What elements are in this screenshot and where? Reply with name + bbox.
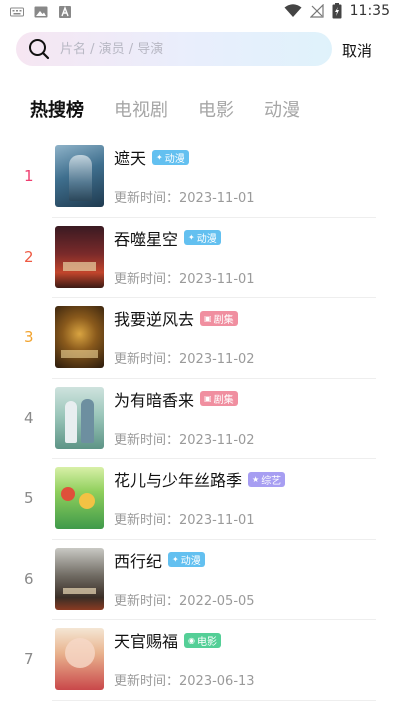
item-title: 天官赐福 (114, 632, 179, 651)
status-bar: 11:35 (0, 0, 400, 28)
category-tag: ◉ 电影 (184, 632, 221, 648)
poster-image (55, 145, 104, 207)
tag-label: 电影 (197, 636, 217, 648)
variety-tag-icon: ★ (252, 474, 260, 484)
cancel-button[interactable]: 取消 (342, 40, 372, 61)
update-date: 2023-11-01 (179, 191, 255, 206)
status-bar-left (10, 6, 72, 18)
title-line: 天官赐福 ◉ 电影 (114, 629, 221, 651)
image-icon (34, 6, 48, 18)
poster-image (55, 467, 104, 529)
rank-number: 4 (24, 408, 34, 427)
update-date: 2023-11-02 (179, 432, 255, 448)
update-prefix: 更新时间： (114, 191, 180, 206)
search-input[interactable] (60, 39, 320, 59)
anime-tag-icon: ✦ (172, 555, 179, 564)
update-date: 2023-11-01 (179, 513, 255, 528)
title-line: 花儿与少年丝路季 ★ 综艺 (114, 468, 286, 490)
category-tag: ▣ 剧集 (200, 391, 238, 406)
drama-tag-icon: ▣ (204, 394, 212, 403)
update-prefix: 更新时间： (114, 352, 180, 367)
divider (52, 699, 376, 701)
rank-number: 6 (24, 569, 34, 588)
category-tag: ✦ 动漫 (184, 230, 221, 245)
poster-image (55, 628, 104, 690)
list-item[interactable]: 6 西行纪 ✦ 动漫 更新时间：2022-05-05 (0, 540, 400, 620)
update-prefix: 更新时间： (114, 271, 180, 287)
update-time: 更新时间：2023-11-01 (114, 509, 255, 528)
rank-number: 7 (24, 650, 34, 668)
item-title: 遮天 (114, 149, 147, 168)
item-title: 花儿与少年丝路季 (114, 471, 243, 490)
tag-label: 剧集 (213, 395, 234, 406)
anime-tag-icon: ✦ (188, 233, 195, 242)
movie-tag-icon: ◉ (188, 635, 195, 645)
category-tag: ▣ 剧集 (200, 310, 238, 326)
update-date: 2022-05-05 (179, 593, 255, 609)
update-prefix: 更新时间： (114, 593, 180, 609)
item-title: 西行纪 (114, 551, 163, 571)
update-date: 2023-06-13 (179, 674, 255, 689)
status-bar-right: 11:35 (284, 3, 390, 19)
category-tag: ✦ 动漫 (152, 149, 189, 165)
item-title: 吞噬星空 (114, 229, 179, 249)
update-time: 更新时间：2023-11-02 (114, 429, 255, 448)
title-line: 为有暗香来 ▣ 剧集 (114, 388, 238, 410)
update-prefix: 更新时间： (114, 513, 180, 528)
item-title: 为有暗香来 (114, 390, 195, 410)
update-time: 更新时间：2023-11-01 (114, 187, 255, 206)
tab-anime[interactable]: 动漫 (264, 96, 300, 126)
title-line: 遮天 ✦ 动漫 (114, 146, 189, 168)
poster-image (55, 306, 104, 368)
list-item[interactable]: 3 我要逆风去 ▣ 剧集 更新时间：2023-11-02 (0, 298, 400, 379)
search-box[interactable] (16, 32, 332, 66)
poster-image (55, 386, 104, 449)
poster-image (55, 225, 104, 288)
category-tag: ★ 综艺 (248, 471, 286, 487)
update-prefix: 更新时间： (114, 432, 180, 448)
list-item[interactable]: 5 花儿与少年丝路季 ★ 综艺 更新时间：2023-11-01 (0, 459, 400, 540)
update-time: 更新时间：2023-11-02 (114, 348, 255, 367)
rank-number: 2 (24, 247, 34, 266)
tag-label: 综艺 (261, 475, 282, 487)
drama-tag-icon: ▣ (204, 313, 212, 323)
tag-label: 动漫 (196, 234, 217, 245)
list-item[interactable]: 4 为有暗香来 ▣ 剧集 更新时间：2023-11-02 (0, 379, 400, 459)
update-time: 更新时间：2023-11-01 (114, 268, 255, 287)
title-line: 我要逆风去 ▣ 剧集 (114, 307, 238, 329)
anime-tag-icon: ✦ (156, 152, 163, 162)
item-title: 我要逆风去 (114, 310, 195, 329)
wifi-icon (284, 4, 302, 17)
battery-icon (332, 3, 342, 19)
app-notification-icon (59, 6, 71, 18)
rank-number: 5 (24, 489, 34, 507)
list-item[interactable]: 2 吞噬星空 ✦ 动漫 更新时间：2023-11-01 (0, 218, 400, 298)
tag-label: 动漫 (164, 153, 185, 165)
search-icon (29, 39, 50, 60)
status-time: 11:35 (349, 3, 390, 19)
tag-label: 动漫 (180, 556, 201, 567)
tag-label: 剧集 (213, 314, 234, 326)
update-date: 2023-11-02 (179, 352, 255, 367)
category-tag: ✦ 动漫 (168, 552, 205, 567)
tab-tv-series[interactable]: 电视剧 (114, 96, 168, 126)
search-row: 取消 (16, 32, 388, 66)
update-time: 更新时间：2023-06-13 (114, 670, 255, 689)
keyboard-icon (10, 7, 24, 17)
list-item[interactable]: 1 遮天 ✦ 动漫 更新时间：2023-11-01 (0, 137, 400, 218)
poster-image (55, 547, 104, 610)
update-date: 2023-11-01 (179, 271, 255, 287)
tab-hot-search[interactable]: 热搜榜 (30, 96, 84, 126)
tab-movies[interactable]: 电影 (198, 96, 234, 126)
update-prefix: 更新时间： (114, 674, 180, 689)
title-line: 西行纪 ✦ 动漫 (114, 549, 205, 571)
no-signal-icon (309, 4, 324, 18)
update-time: 更新时间：2022-05-05 (114, 590, 255, 609)
list-item[interactable]: 7 天官赐福 ◉ 电影 更新时间：2023-06-13 (0, 620, 400, 701)
category-tabs: 热搜榜 电视剧 电影 动漫 (30, 96, 330, 126)
rank-number: 1 (24, 167, 34, 185)
rank-number: 3 (24, 328, 34, 346)
title-line: 吞噬星空 ✦ 动漫 (114, 227, 221, 249)
ranking-list: 1 遮天 ✦ 动漫 更新时间：2023-11-01 2 吞噬星空 ✦ 动漫 更新时间… (0, 137, 400, 701)
